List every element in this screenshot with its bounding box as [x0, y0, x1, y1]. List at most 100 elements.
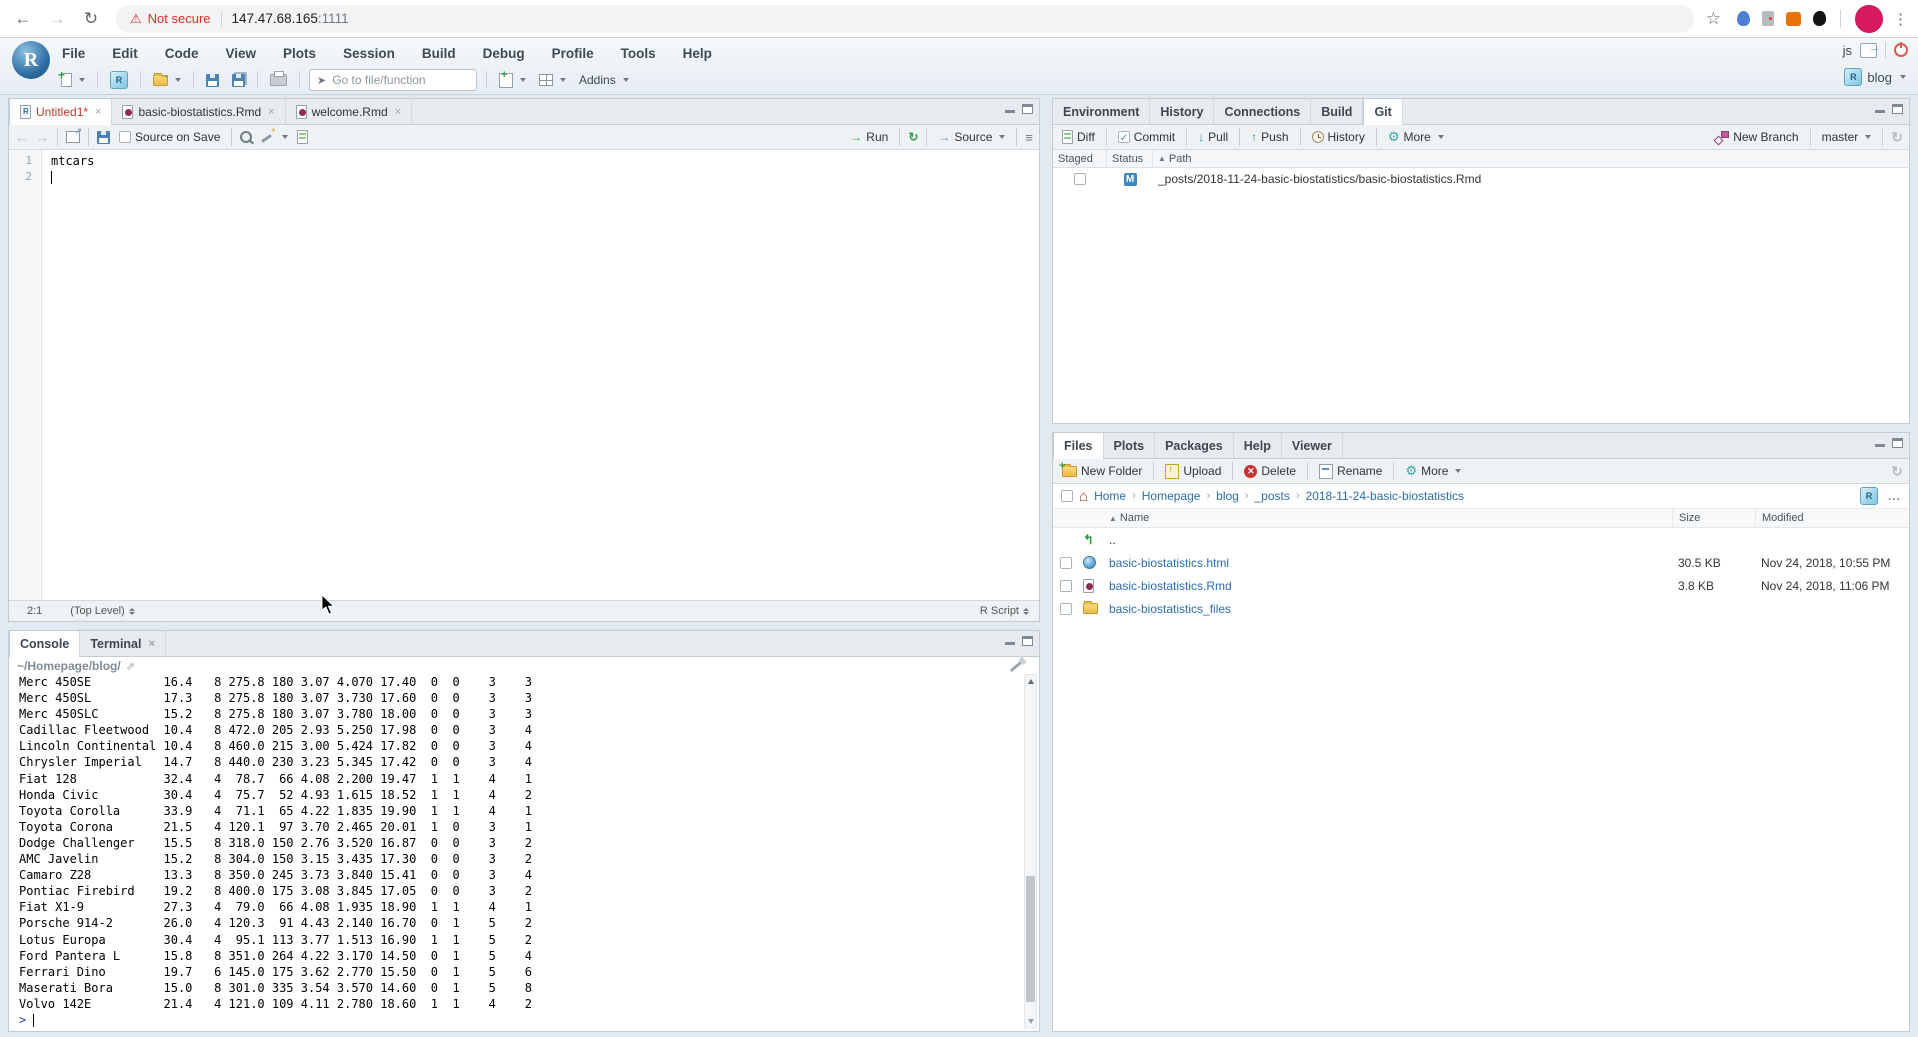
sign-out-icon[interactable] [1860, 43, 1877, 58]
workspace-panes-button[interactable] [536, 74, 569, 86]
tab-viewer[interactable]: Viewer [1282, 433, 1343, 458]
console-output[interactable]: Merc 450SE 16.4 8 275.8 180 3.07 4.070 1… [19, 674, 1015, 1031]
upload-button[interactable]: Upload [1162, 464, 1224, 479]
new-folder-button[interactable]: New Folder [1059, 464, 1145, 478]
addins-button[interactable]: Addins [576, 73, 632, 87]
menu-edit[interactable]: Edit [112, 46, 138, 61]
tab-packages[interactable]: Packages [1155, 433, 1234, 458]
scrollbar-thumb[interactable] [1026, 876, 1035, 1003]
compile-report-icon[interactable] [297, 130, 308, 144]
diff-button[interactable]: Diff [1059, 130, 1098, 144]
rerun-icon[interactable]: ↻ [908, 130, 918, 144]
files-more-button[interactable]: ⚙More [1402, 463, 1464, 479]
minimize-pane-icon[interactable] [1005, 104, 1016, 114]
code-text[interactable]: mtcars [51, 153, 1039, 185]
close-icon[interactable]: × [268, 106, 274, 118]
tab-plots[interactable]: Plots [1104, 433, 1156, 458]
document-outline-icon[interactable]: ≡ [1025, 130, 1033, 145]
version-control-button[interactable] [496, 73, 529, 88]
tab-basic-biostatistics[interactable]: basic-biostatistics.Rmd × [112, 99, 285, 124]
column-name[interactable]: ▲ Name [1109, 512, 1672, 524]
tab-untitled1[interactable]: Untitled1* × [9, 99, 112, 125]
maximize-pane-icon[interactable] [1022, 104, 1033, 114]
code-tools-button[interactable] [258, 131, 291, 144]
file-name-link[interactable]: basic-biostatistics.Rmd [1109, 579, 1232, 593]
tab-console[interactable]: Console [9, 631, 80, 657]
tab-connections[interactable]: Connections [1214, 99, 1311, 124]
save-all-button[interactable] [229, 74, 248, 87]
extension-icon[interactable] [1813, 11, 1826, 26]
breadcrumb-home[interactable]: Home [1094, 489, 1126, 503]
find-replace-icon[interactable] [240, 131, 252, 143]
goto-file-input[interactable]: ➤ Go to file/function [309, 69, 477, 91]
minimize-pane-icon[interactable] [1875, 438, 1886, 448]
checkbox[interactable] [119, 131, 131, 143]
profile-avatar[interactable] [1855, 5, 1883, 33]
file-name-link[interactable]: basic-biostatistics.html [1109, 556, 1229, 570]
code-line[interactable]: mtcars [51, 153, 1039, 169]
tab-terminal[interactable]: Terminal × [80, 631, 166, 656]
extension-icon[interactable] [1737, 11, 1750, 26]
extension-icon[interactable] [1762, 11, 1774, 26]
save-button[interactable] [203, 74, 222, 87]
file-row-rmd[interactable]: basic-biostatistics.Rmd 3.8 KB Nov 24, 2… [1053, 574, 1909, 597]
menu-view[interactable]: View [226, 46, 257, 61]
tab-files[interactable]: Files [1053, 433, 1104, 459]
code-line[interactable] [51, 169, 1039, 185]
delete-button[interactable]: ✕Delete [1241, 464, 1299, 478]
menu-session[interactable]: Session [343, 46, 395, 61]
close-icon[interactable]: × [95, 106, 101, 118]
maximize-pane-icon[interactable] [1892, 438, 1903, 448]
menu-tools[interactable]: Tools [621, 46, 656, 61]
new-project-button[interactable]: R [107, 71, 131, 89]
menu-debug[interactable]: Debug [483, 46, 525, 61]
breadcrumb-posts[interactable]: _posts [1255, 489, 1290, 503]
new-branch-button[interactable]: New Branch [1712, 130, 1801, 144]
history-button[interactable]: History [1309, 130, 1368, 144]
file-row-up[interactable]: ↰ .. [1053, 528, 1909, 551]
tab-history[interactable]: History [1150, 99, 1214, 124]
console-prompt[interactable]: > [19, 1012, 1015, 1028]
git-file-path[interactable]: _posts/2018-11-24-basic-biostatistics/ba… [1153, 168, 1909, 190]
file-type-selector[interactable]: R Script [980, 605, 1029, 617]
push-button[interactable]: ↑Push [1248, 130, 1291, 144]
file-name-link[interactable]: basic-biostatistics_files [1109, 602, 1231, 616]
select-all-checkbox[interactable] [1061, 490, 1073, 502]
tab-build[interactable]: Build [1311, 99, 1363, 124]
extension-icon[interactable] [1786, 12, 1801, 26]
nav-forward-icon[interactable]: → [35, 129, 49, 145]
reload-icon[interactable]: ↻ [78, 6, 104, 32]
close-icon[interactable]: × [148, 638, 154, 650]
menu-build[interactable]: Build [422, 46, 456, 61]
menu-profile[interactable]: Profile [552, 46, 594, 61]
project-menu-button[interactable]: R blog [1844, 68, 1906, 86]
back-icon[interactable]: ← [10, 6, 36, 32]
tab-git[interactable]: Git [1363, 99, 1402, 125]
security-label[interactable]: Not secure [148, 11, 211, 26]
code-editor[interactable]: 1 2 mtcars [9, 150, 1039, 601]
scroll-down-icon[interactable] [1025, 1015, 1036, 1027]
staged-checkbox[interactable] [1074, 173, 1086, 185]
menu-plots[interactable]: Plots [283, 46, 316, 61]
refresh-icon[interactable]: ↻ [1891, 463, 1903, 480]
quit-session-icon[interactable] [1894, 43, 1908, 57]
breadcrumb-blog[interactable]: blog [1216, 489, 1239, 503]
column-status[interactable]: Status [1107, 150, 1153, 167]
scope-selector[interactable]: (Top Level) [70, 605, 134, 617]
breadcrumb-post-folder[interactable]: 2018-11-24-basic-biostatistics [1306, 489, 1465, 503]
save-icon[interactable] [97, 131, 110, 144]
url-port[interactable]: :1111 [318, 11, 349, 26]
tab-welcome[interactable]: welcome.Rmd × [286, 99, 412, 124]
rename-button[interactable]: Rename [1316, 464, 1385, 479]
nav-back-icon[interactable]: ← [15, 129, 29, 145]
minimize-pane-icon[interactable] [1875, 104, 1886, 114]
file-row-files-folder[interactable]: basic-biostatistics_files [1053, 597, 1909, 620]
refresh-icon[interactable]: ↻ [1891, 129, 1903, 146]
forward-icon[interactable]: → [44, 6, 70, 32]
file-checkbox[interactable] [1060, 603, 1072, 615]
clear-console-icon[interactable] [1010, 660, 1023, 671]
print-button[interactable] [267, 74, 290, 86]
column-modified[interactable]: Modified [1755, 509, 1909, 527]
column-path[interactable]: ▲ Path [1153, 150, 1909, 167]
new-file-button[interactable] [58, 73, 88, 87]
